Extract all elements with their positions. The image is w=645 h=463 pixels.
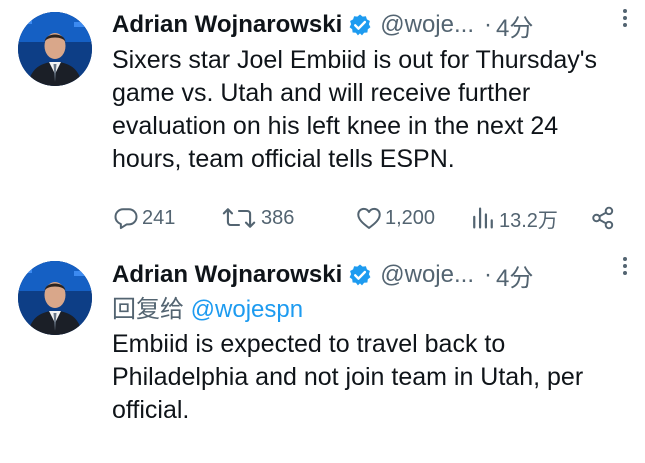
like-count: 1,200 — [385, 206, 436, 229]
tweet-text: Embiid is expected to travel back to Phi… — [112, 330, 584, 424]
reply-prefix: 回复给 — [112, 296, 184, 323]
separator-dot: · — [484, 11, 492, 38]
retweet-button[interactable]: 386 — [219, 200, 294, 236]
author-name[interactable]: Adrian Wojnarowski — [112, 11, 342, 39]
tweet-actions: 241 386 1,200 13.2万 — [112, 200, 622, 236]
timestamp[interactable]: 4分 — [496, 258, 533, 293]
view-count: 13.2万 — [499, 209, 558, 232]
like-button[interactable]: 1,200 — [355, 200, 435, 236]
more-dots-icon[interactable] — [615, 8, 635, 28]
author-name[interactable]: Adrian Wojnarowski — [112, 261, 342, 289]
tweet-text: Sixers star Joel Embiid is out for Thurs… — [112, 46, 598, 173]
views-button[interactable]: 13.2万 — [469, 200, 558, 236]
more-dots-icon[interactable] — [615, 256, 635, 276]
retweet-icon — [222, 208, 256, 228]
reply-handle-link[interactable]: @wojespn — [191, 296, 303, 323]
author-handle[interactable]: @woje... — [380, 11, 474, 39]
bar-chart-icon — [473, 207, 493, 229]
tweet[interactable]: Adrian Wojnarowski @woje... · 4分 Sixers … — [0, 0, 645, 248]
separator-dot: · — [484, 261, 492, 288]
avatar-image — [18, 12, 92, 86]
avatar-image — [18, 261, 92, 335]
verified-badge-icon — [348, 263, 372, 287]
reply-count: 241 — [142, 206, 176, 229]
reply-button[interactable]: 241 — [112, 200, 175, 236]
share-button[interactable] — [590, 200, 616, 236]
replying-to: 回复给 @wojespn — [112, 294, 631, 326]
verified-badge-icon — [348, 13, 372, 37]
author-handle[interactable]: @woje... — [380, 261, 474, 289]
author-avatar[interactable] — [18, 12, 92, 86]
heart-icon — [357, 207, 381, 229]
author-avatar[interactable] — [18, 261, 92, 335]
reply-bubble-icon — [114, 208, 138, 230]
share-icon — [592, 206, 614, 230]
timestamp[interactable]: 4分 — [496, 8, 533, 43]
retweet-count: 386 — [261, 206, 295, 229]
tweet[interactable]: Adrian Wojnarowski @woje... · 4分 回复给 @wo… — [0, 248, 645, 463]
